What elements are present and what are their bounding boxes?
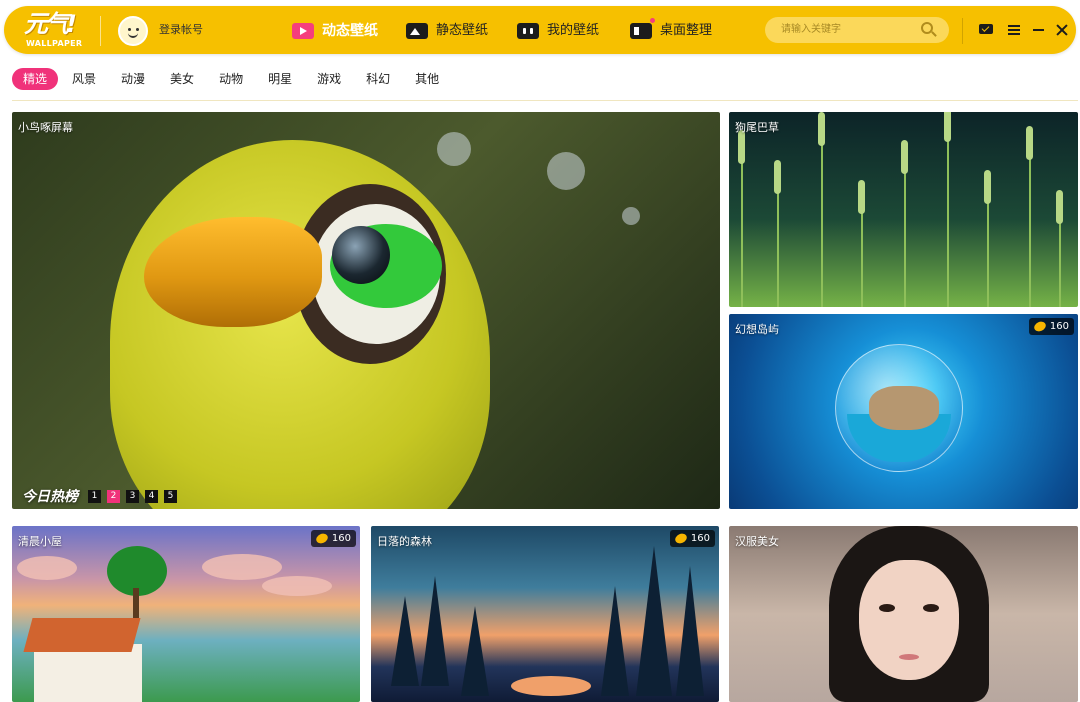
tab-beauty[interactable]: 美女 (170, 68, 194, 90)
tab-scifi[interactable]: 科幻 (366, 68, 390, 90)
price-badge: 160 (1028, 318, 1074, 335)
wallpaper-title: 狗尾巴草 (735, 121, 779, 134)
desktop-organize-icon (630, 18, 655, 39)
play-icon (292, 23, 314, 39)
tab-featured[interactable]: 精选 (12, 68, 59, 90)
tabs-divider (12, 100, 1078, 101)
avatar-eye-icon (128, 28, 131, 31)
header-divider (100, 16, 101, 46)
page-dot[interactable]: 5 (164, 489, 177, 503)
login-link[interactable]: 登录帐号 (159, 22, 203, 38)
wallpaper-card[interactable]: 幻想岛屿 160 (729, 314, 1078, 509)
nav-label: 桌面整理 (660, 23, 713, 38)
tab-other[interactable]: 其他 (415, 68, 439, 90)
avatar[interactable] (118, 16, 148, 46)
price-value: 160 (331, 533, 351, 544)
page-dot[interactable]: 1 (88, 489, 101, 503)
tab-celebrity[interactable]: 明星 (268, 68, 292, 90)
price-value: 160 (690, 533, 710, 544)
tab-scenery[interactable]: 风景 (72, 68, 96, 90)
nav-label: 我的壁纸 (547, 23, 600, 38)
coin-icon (673, 531, 689, 546)
portrait-image (859, 560, 959, 680)
coin-icon (314, 531, 330, 546)
wallpaper-card[interactable]: 狗尾巴草 (729, 112, 1078, 307)
header-bar: 元气! WALLPAPER 登录帐号 动态壁纸 静态壁纸 我的壁纸 桌面整理 请… (4, 6, 1076, 54)
image-icon (406, 23, 428, 39)
menu-icon[interactable] (1006, 21, 1024, 39)
wallpaper-title: 清晨小屋 (18, 535, 62, 548)
tab-games[interactable]: 游戏 (317, 68, 341, 90)
nav-desktop-organize[interactable]: 桌面整理 (630, 18, 712, 44)
avatar-eye-icon (136, 28, 139, 31)
hot-ranking: 今日热榜 1 2 3 4 5 (22, 486, 183, 506)
price-value: 160 (1049, 321, 1069, 332)
category-tabs: 精选 风景 动漫 美女 动物 明星 游戏 科幻 其他 (12, 68, 464, 90)
page-dot[interactable]: 4 (145, 489, 158, 503)
wallpaper-card[interactable]: 汉服美女 (729, 526, 1078, 702)
page-dot[interactable]: 3 (126, 489, 139, 503)
price-badge: 160 (669, 530, 715, 547)
nav-static-wallpaper[interactable]: 静态壁纸 (406, 18, 488, 44)
notification-dot (650, 18, 655, 23)
hot-ranking-label: 今日热榜 (22, 489, 78, 505)
logo-subtitle: WALLPAPER (26, 39, 83, 48)
wallpaper-title: 日落的森林 (377, 535, 432, 548)
price-badge: 160 (310, 530, 356, 547)
nav-label: 动态壁纸 (322, 23, 378, 39)
wallpaper-title: 汉服美女 (735, 535, 779, 548)
wallpaper-card[interactable]: 日落的森林 160 (371, 526, 719, 702)
coin-icon (1032, 319, 1048, 334)
wallpaper-title: 幻想岛屿 (735, 323, 779, 336)
nav-label: 静态壁纸 (436, 23, 489, 38)
logo-text: 元气! (24, 10, 77, 38)
app-logo: 元气! WALLPAPER (24, 10, 88, 50)
wallpaper-card[interactable]: 清晨小屋 160 (12, 526, 360, 702)
bird-image (110, 140, 490, 509)
mail-icon[interactable] (978, 21, 996, 39)
nav-dynamic-wallpaper[interactable]: 动态壁纸 (292, 18, 378, 44)
wallpaper-card-featured[interactable]: 小鸟啄屏幕 今日热榜 1 2 3 4 5 (12, 112, 720, 509)
my-wallpaper-icon (517, 23, 539, 39)
page-dot-active[interactable]: 2 (107, 489, 120, 503)
tab-animals[interactable]: 动物 (219, 68, 243, 90)
avatar-smile-icon (128, 32, 138, 38)
close-icon[interactable] (1054, 21, 1072, 39)
header-divider (962, 18, 963, 44)
search-icon[interactable] (921, 22, 937, 38)
minimize-icon[interactable] (1030, 21, 1048, 39)
tab-anime[interactable]: 动漫 (121, 68, 145, 90)
nav-my-wallpaper[interactable]: 我的壁纸 (517, 18, 599, 44)
wallpaper-title: 小鸟啄屏幕 (18, 121, 73, 134)
wallpaper-app: 元气! WALLPAPER 登录帐号 动态壁纸 静态壁纸 我的壁纸 桌面整理 请… (0, 0, 1080, 702)
